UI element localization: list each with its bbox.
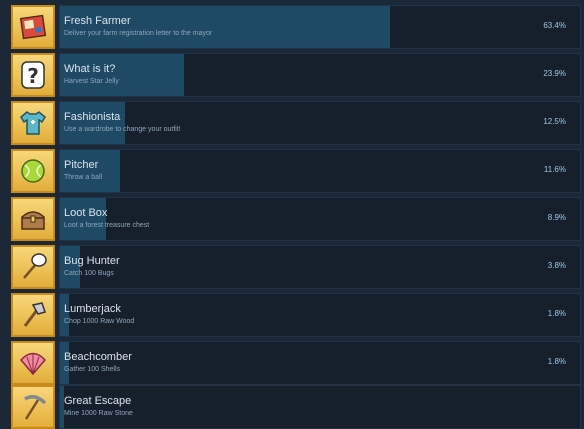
achievement-percent: 1.8% — [547, 357, 566, 366]
achievement-row[interactable]: Fresh Farmer Deliver your farm registrat… — [11, 5, 581, 49]
progress-bar: Beachcomber Gather 100 Shells 1.8% — [59, 341, 581, 385]
achievement-row[interactable]: Fashionista Use a wardrobe to change you… — [11, 101, 581, 145]
progress-bar: Fashionista Use a wardrobe to change you… — [59, 101, 581, 145]
achievement-icon-frame — [11, 5, 55, 49]
progress-fill — [60, 6, 390, 48]
progress-fill — [60, 102, 125, 144]
shirt-icon — [20, 111, 46, 135]
progress-bar: Great Escape Mine 1000 Raw Stone — [59, 385, 581, 429]
achievement-percent: 12.5% — [543, 117, 566, 126]
achievement-icon-frame — [11, 197, 55, 241]
achievement-title: What is it? — [64, 63, 116, 75]
progress-bar: Fresh Farmer Deliver your farm registrat… — [59, 5, 581, 49]
achievement-title: Fresh Farmer — [64, 15, 131, 27]
achievement-description: Chop 1000 Raw Wood — [64, 318, 135, 325]
achievement-percent: 3.8% — [547, 261, 566, 270]
shell-icon — [19, 352, 47, 376]
svg-text:?: ? — [27, 64, 39, 88]
achievement-percent: 63.4% — [543, 21, 566, 30]
progress-fill — [60, 150, 121, 192]
achievement-percent: 23.9% — [543, 69, 566, 78]
achievement-description: Catch 100 Bugs — [64, 270, 114, 277]
achievement-description: Deliver your farm registration letter to… — [64, 30, 213, 37]
achievement-icon-frame — [11, 341, 55, 385]
achievement-row[interactable]: ? What is it? Harvest Star Jelly 23.9% — [11, 53, 581, 97]
achievement-description: Throw a ball — [64, 174, 103, 181]
progress-fill — [60, 198, 107, 240]
axe-icon — [23, 302, 46, 327]
progress-bar: Loot Box Loot a forest treasure chest 8.… — [59, 197, 581, 241]
achievement-percent: 1.8% — [547, 309, 566, 318]
question-mark-icon: ? — [21, 61, 45, 89]
progress-bar: Lumberjack Chop 1000 Raw Wood 1.8% — [59, 293, 581, 337]
achievement-row[interactable]: Pitcher Throw a ball 11.6% — [11, 149, 581, 193]
achievement-icon-frame — [11, 101, 55, 145]
achievement-percent: 8.9% — [547, 213, 566, 222]
achievement-icon-frame — [11, 385, 55, 429]
progress-bar: Pitcher Throw a ball 11.6% — [59, 149, 581, 193]
achievement-icon-frame: ? — [11, 53, 55, 97]
progress-bar: What is it? Harvest Star Jelly 23.9% — [59, 53, 581, 97]
ball-icon — [21, 159, 45, 183]
achievement-percent: 11.6% — [543, 165, 566, 174]
achievement-title: Beachcomber — [64, 351, 132, 363]
achievement-title: Lumberjack — [64, 303, 121, 315]
pickaxe-icon — [24, 395, 47, 420]
achievement-description: Use a wardrobe to change your outfit! — [64, 126, 181, 133]
net-icon — [23, 253, 47, 279]
achievement-title: Fashionista — [64, 111, 121, 123]
letter-icon — [19, 14, 47, 40]
progress-fill — [60, 386, 65, 428]
achievement-description: Loot a forest treasure chest — [64, 222, 150, 229]
achievement-row[interactable]: Beachcomber Gather 100 Shells 1.8% — [11, 341, 581, 385]
progress-fill — [60, 342, 70, 384]
progress-fill — [60, 246, 80, 288]
achievement-description: Gather 100 Shells — [64, 366, 121, 373]
achievement-title: Pitcher — [64, 159, 99, 171]
achievement-icon-frame — [11, 245, 55, 289]
achievement-title: Loot Box — [64, 207, 108, 219]
achievement-icon-frame — [11, 149, 55, 193]
achievement-row[interactable]: Bug Hunter Catch 100 Bugs 3.8% — [11, 245, 581, 289]
achievement-title: Bug Hunter — [64, 255, 120, 267]
achievement-row[interactable]: Lumberjack Chop 1000 Raw Wood 1.8% — [11, 293, 581, 337]
achievement-row[interactable]: Great Escape Mine 1000 Raw Stone — [11, 385, 581, 429]
progress-fill — [60, 54, 185, 96]
achievement-description: Harvest Star Jelly — [64, 78, 119, 85]
achievement-title: Great Escape — [64, 395, 132, 407]
achievement-row[interactable]: Loot Box Loot a forest treasure chest 8.… — [11, 197, 581, 241]
achievement-icon-frame — [11, 293, 55, 337]
chest-icon — [21, 211, 45, 230]
progress-fill — [60, 294, 70, 336]
progress-bar: Bug Hunter Catch 100 Bugs 3.8% — [59, 245, 581, 289]
achievement-description: Mine 1000 Raw Stone — [64, 410, 133, 417]
